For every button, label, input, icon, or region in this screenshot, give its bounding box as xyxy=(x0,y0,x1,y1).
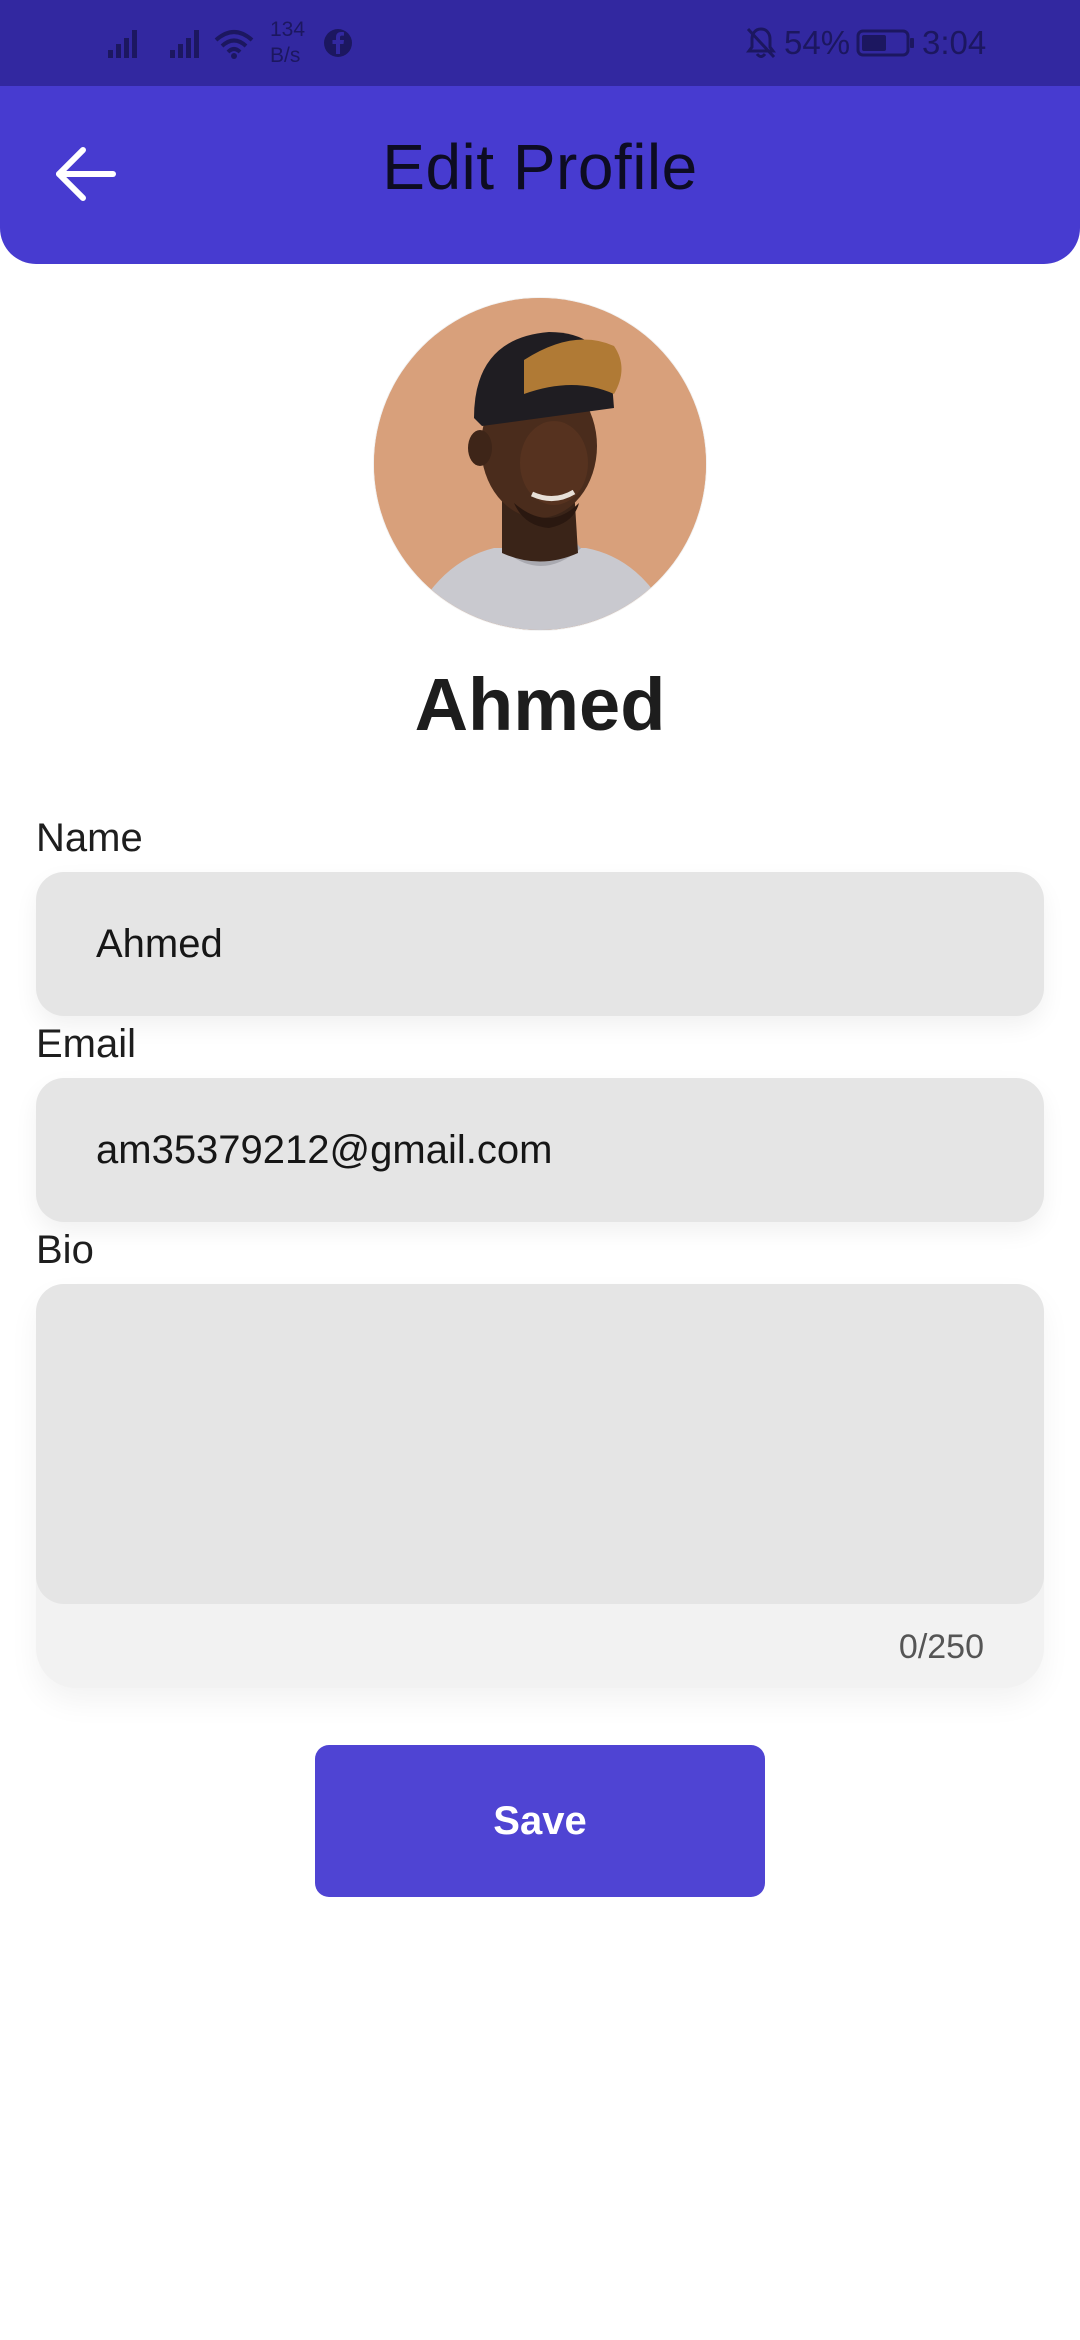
mute-bell-icon xyxy=(744,0,778,86)
network-speed: 134 B/s xyxy=(270,0,305,86)
email-field[interactable] xyxy=(96,1078,996,1222)
facebook-icon xyxy=(322,0,354,86)
wifi-icon xyxy=(212,0,256,86)
name-field-container xyxy=(36,872,1044,1016)
app-bar: Edit Profile xyxy=(0,86,1080,264)
profile-display-name: Ahmed xyxy=(414,663,666,746)
status-bar: 134 B/s 54% 3:04 xyxy=(0,0,1080,86)
name-label: Name xyxy=(36,816,143,860)
edit-profile-screen: 134 B/s 54% 3:04 Edit Profile Ahmed Name… xyxy=(0,0,1080,2340)
page-title: Edit Profile xyxy=(382,131,698,203)
avatar[interactable] xyxy=(374,298,706,630)
clock: 3:04 xyxy=(922,24,987,61)
profile-photo xyxy=(374,298,706,630)
email-label: Email xyxy=(36,1022,137,1066)
battery-percent: 54% xyxy=(784,24,851,61)
bio-character-counter: 0/250 xyxy=(898,1628,984,1666)
signal-2-icon xyxy=(168,0,206,86)
save-button[interactable]: Save xyxy=(315,1745,765,1897)
bio-field-container xyxy=(36,1284,1044,1604)
name-field[interactable] xyxy=(96,872,996,1016)
net-speed-value: 134 xyxy=(270,18,306,41)
signal-1-icon xyxy=(106,0,144,86)
email-field-container xyxy=(36,1078,1044,1222)
net-speed-unit: B/s xyxy=(270,44,301,67)
bio-field[interactable] xyxy=(96,1314,996,1574)
bio-label: Bio xyxy=(36,1228,94,1272)
battery-icon xyxy=(856,0,916,86)
